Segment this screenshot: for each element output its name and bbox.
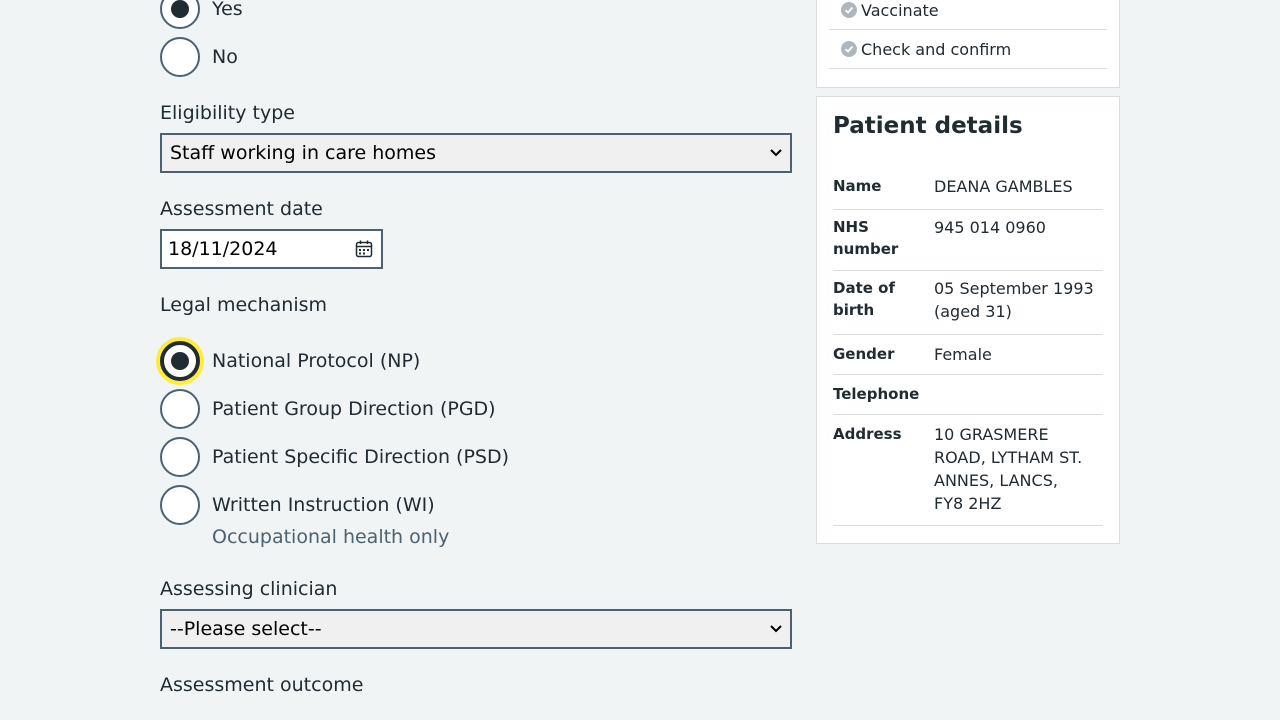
- check-circle-icon: [841, 2, 857, 18]
- radio-button-checked[interactable]: [160, 341, 200, 381]
- assessing-clinician-select[interactable]: --Please select--: [160, 609, 792, 649]
- patient-field-value: 10 GRASMERE ROAD, LYTHAM ST. ANNES, LANC…: [934, 425, 1083, 513]
- legal-mechanism-option-label: Written Instruction (WI): [212, 494, 435, 516]
- legal-mechanism-option-label: Patient Specific Direction (PSD): [212, 446, 510, 468]
- consent-no-radio[interactable]: No: [160, 37, 238, 77]
- patient-details-panel: Patient details Name DEANA GAMBLES NHS n…: [816, 96, 1120, 544]
- patient-row-telephone: Telephone: [833, 375, 1103, 415]
- chevron-down-icon: [766, 143, 786, 163]
- eligibility-type-select[interactable]: Staff working in care homes: [160, 133, 792, 173]
- legal-mechanism-label: Legal mechanism: [160, 294, 328, 316]
- patient-row-nhs-number: NHS number 945 014 0960: [833, 210, 1103, 271]
- progress-step-label: Vaccinate: [861, 0, 939, 20]
- progress-step-vaccinate: Vaccinate: [829, 0, 1107, 30]
- legal-mechanism-pgd-radio[interactable]: Patient Group Direction (PGD): [160, 389, 496, 429]
- patient-row-gender: Gender Female: [833, 335, 1103, 375]
- progress-panel: Vaccinate Check and confirm: [816, 0, 1120, 88]
- consent-no-label: No: [212, 46, 238, 68]
- patient-field-value: DEANA GAMBLES: [934, 177, 1073, 196]
- legal-mechanism-wi-radio[interactable]: Written Instruction (WI): [160, 485, 435, 525]
- radio-button[interactable]: [160, 37, 200, 77]
- chevron-down-icon: [766, 619, 786, 639]
- calendar-icon[interactable]: [355, 240, 373, 258]
- assessment-outcome-label: Assessment outcome: [160, 674, 364, 696]
- eligibility-type-label: Eligibility type: [160, 102, 295, 124]
- legal-mechanism-np-radio[interactable]: National Protocol (NP): [160, 341, 420, 381]
- eligibility-type-value: Staff working in care homes: [170, 142, 437, 164]
- assessing-clinician-value: --Please select--: [170, 618, 322, 640]
- assessment-date-value: 18/11/2024: [168, 238, 278, 260]
- patient-field-key: Telephone: [833, 385, 920, 403]
- patient-field-key: Address: [833, 425, 902, 443]
- radio-button[interactable]: [160, 389, 200, 429]
- patient-row-address: Address 10 GRASMERE ROAD, LYTHAM ST. ANN…: [833, 415, 1103, 526]
- consent-yes-radio[interactable]: Yes: [160, 0, 243, 29]
- progress-step-label: Check and confirm: [861, 39, 1012, 59]
- legal-mechanism-option-label: Patient Group Direction (PGD): [212, 398, 496, 420]
- legal-mechanism-option-label: National Protocol (NP): [212, 350, 421, 372]
- check-circle-icon: [841, 41, 857, 57]
- patient-field-value: 945 014 0960: [934, 218, 1046, 237]
- patient-field-key: NHS number: [833, 218, 899, 258]
- consent-yes-label: Yes: [212, 0, 243, 20]
- patient-field-key: Name: [833, 177, 882, 195]
- radio-button[interactable]: [160, 485, 200, 525]
- assessment-date-input[interactable]: 18/11/2024: [160, 229, 383, 269]
- patient-row-name: Name DEANA GAMBLES: [833, 175, 1103, 210]
- patient-details-title: Patient details: [833, 113, 1023, 139]
- patient-row-date-of-birth: Date of birth 05 September 1993 (aged 31…: [833, 271, 1103, 335]
- patient-field-value: 05 September 1993 (aged 31): [934, 279, 1094, 321]
- assessing-clinician-label: Assessing clinician: [160, 578, 338, 600]
- legal-mechanism-psd-radio[interactable]: Patient Specific Direction (PSD): [160, 437, 509, 477]
- patient-field-key: Gender: [833, 345, 895, 363]
- radio-button[interactable]: [160, 437, 200, 477]
- radio-button-checked[interactable]: [160, 0, 200, 29]
- assessment-date-label: Assessment date: [160, 198, 323, 220]
- patient-field-value: Female: [934, 345, 992, 364]
- written-instruction-hint: Occupational health only: [212, 526, 450, 548]
- progress-step-check-and-confirm: Check and confirm: [829, 30, 1107, 69]
- patient-field-key: Date of birth: [833, 279, 895, 319]
